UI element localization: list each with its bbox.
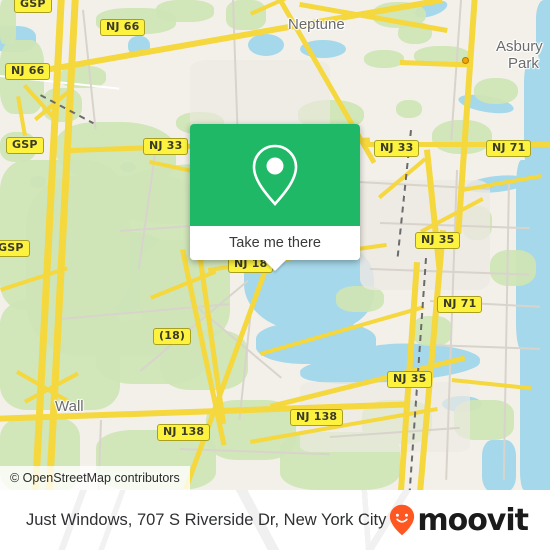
forest-area: [490, 250, 536, 286]
map-screenshot: GSP NJ 66 NJ 66 GSP NJ 33 NJ 33 NJ 71 GS…: [0, 0, 550, 550]
moovit-wordmark: moovit: [417, 502, 529, 538]
moovit-logo[interactable]: moovit: [389, 502, 529, 538]
place-label-wall: Wall: [55, 398, 84, 415]
place-label-neptune: Neptune: [288, 16, 345, 33]
water-area: [520, 330, 550, 490]
park-area: [396, 100, 422, 118]
moovit-smiley-pin-icon: [390, 504, 415, 536]
place-label-park: Park: [508, 55, 539, 72]
road-shield: NJ 138: [290, 409, 344, 426]
location-marker-card[interactable]: Take me there: [190, 124, 360, 271]
road-shield: NJ 35: [415, 232, 461, 249]
road-shield: GSP: [14, 0, 52, 13]
road-shield: NJ 71: [486, 140, 532, 157]
road-shield: NJ 138: [157, 424, 211, 441]
water-area: [248, 34, 284, 56]
city-dot: [462, 57, 469, 64]
location-title: Just Windows, 707 S Riverside Dr, New Yo…: [26, 510, 387, 529]
water-area: [482, 440, 516, 490]
road-shield: NJ 33: [374, 140, 420, 157]
park-area: [474, 78, 518, 104]
road-shield: NJ 33: [143, 138, 189, 155]
road-shield: GSP: [6, 137, 44, 154]
urban-area: [190, 60, 330, 130]
location-pin-icon: [252, 144, 298, 206]
take-me-there-label: Take me there: [229, 235, 321, 251]
road-shield: NJ 66: [100, 19, 146, 36]
card-header: [190, 124, 360, 226]
place-label-asbury: Asbury: [496, 38, 543, 55]
osm-attribution[interactable]: © OpenStreetMap contributors: [0, 466, 190, 490]
road-shield: GSP: [0, 240, 30, 257]
park-area: [364, 50, 404, 68]
road-shield: NJ 35: [387, 371, 433, 388]
footer-bar: Just Windows, 707 S Riverside Dr, New Yo…: [0, 490, 550, 550]
road-shield: (18): [153, 328, 192, 345]
road-shield: NJ 71: [437, 296, 483, 313]
map-canvas[interactable]: GSP NJ 66 NJ 66 GSP NJ 33 NJ 33 NJ 71 GS…: [0, 0, 550, 490]
take-me-there-button[interactable]: Take me there: [190, 226, 360, 260]
road-shield: NJ 66: [5, 63, 51, 80]
card-pointer-tail: [264, 260, 286, 271]
park-area: [156, 0, 214, 22]
osm-attribution-text: © OpenStreetMap contributors: [10, 471, 180, 485]
